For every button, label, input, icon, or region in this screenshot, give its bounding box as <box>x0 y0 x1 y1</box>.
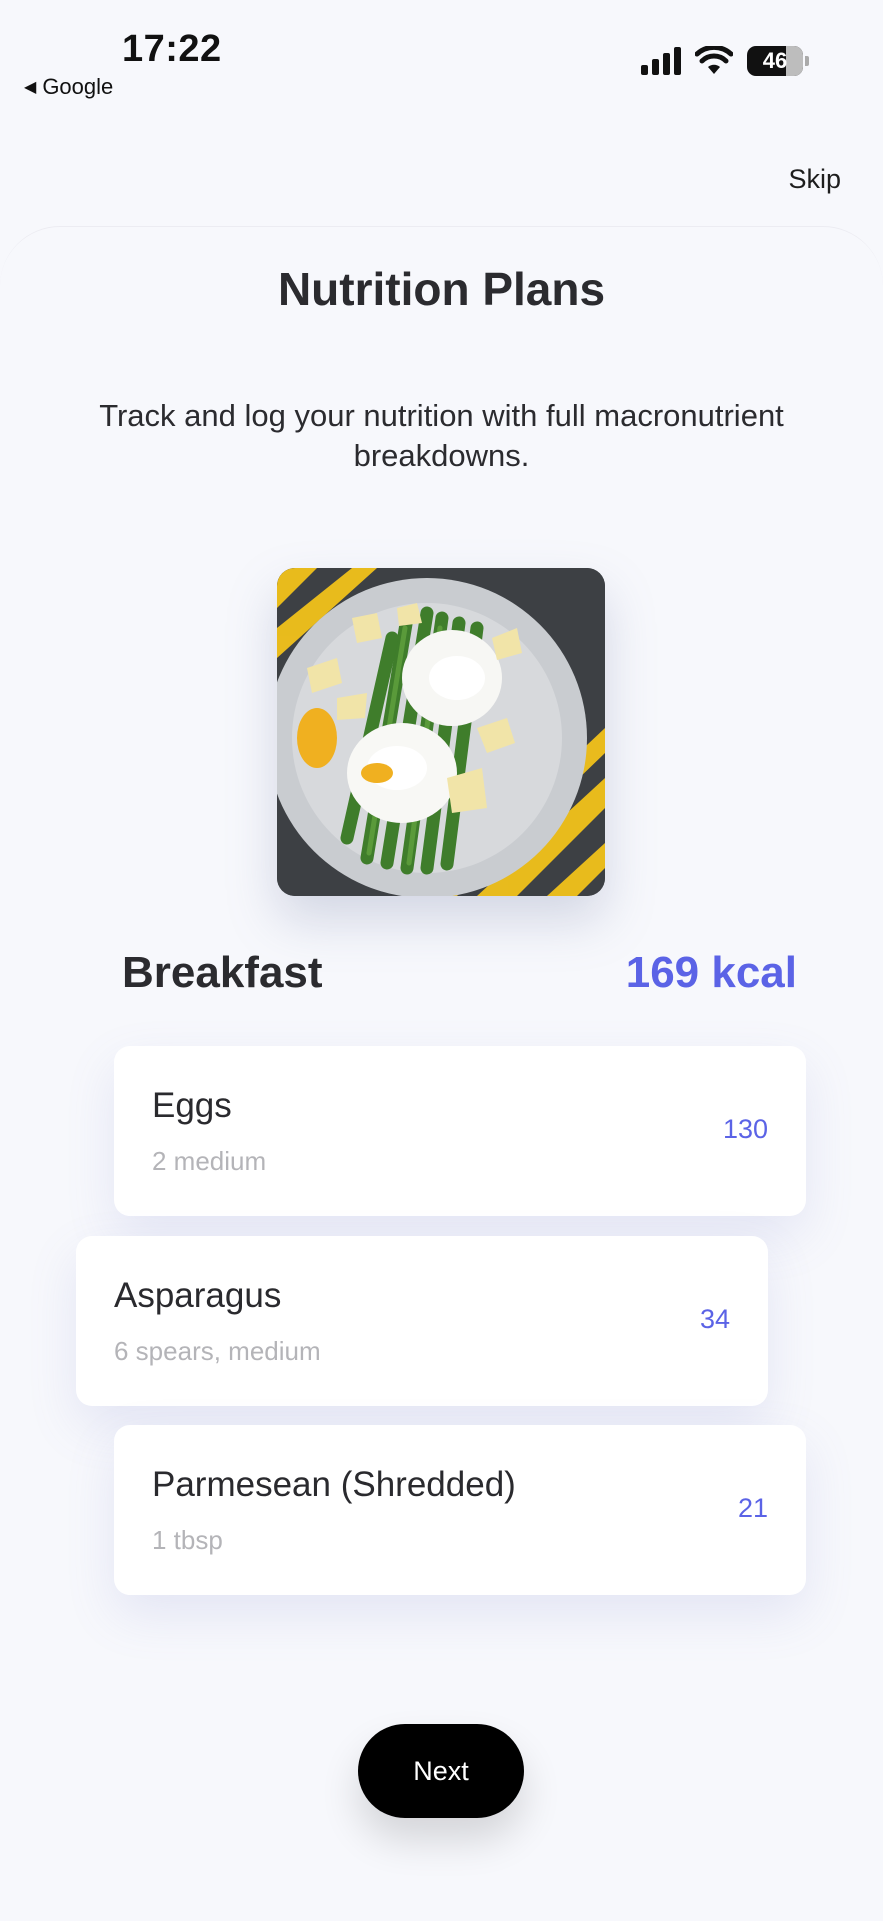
food-calories: 34 <box>699 1304 730 1334</box>
wifi-icon <box>695 46 733 74</box>
back-triangle-icon: ◀ <box>24 79 37 96</box>
battery-icon: 46 <box>747 46 809 76</box>
food-name: Eggs <box>152 1086 232 1125</box>
list-item-eggs[interactable]: Eggs 2 medium 130 <box>114 1046 806 1216</box>
food-calories: 21 <box>737 1493 768 1523</box>
meal-calories: 169 kcal <box>625 948 797 997</box>
next-button[interactable]: Next <box>358 1724 524 1818</box>
food-quantity: 6 spears, medium <box>114 1336 321 1366</box>
list-item-parmesan[interactable]: Parmesean (Shredded) 1 tbsp 21 <box>114 1425 806 1595</box>
page-subtitle: Track and log your nutrition with full m… <box>99 398 784 473</box>
page-title: Nutrition Plans <box>277 263 606 315</box>
food-quantity: 1 tbsp <box>152 1525 223 1555</box>
cellular-signal-icon <box>641 47 681 75</box>
list-item-asparagus[interactable]: Asparagus 6 spears, medium 34 <box>76 1236 768 1406</box>
status-icons: 46 <box>641 46 809 76</box>
meal-name: Breakfast <box>122 948 323 997</box>
back-to-app-link[interactable]: ◀ Google <box>24 74 113 100</box>
status-bar: 17:22 ◀ Google 46 <box>0 0 883 110</box>
breakfast-food-image <box>277 568 605 896</box>
food-name: Asparagus <box>114 1276 282 1315</box>
food-name: Parmesean (Shredded) <box>152 1465 516 1504</box>
food-quantity: 2 medium <box>152 1146 267 1176</box>
back-app-label: Google <box>42 74 114 99</box>
status-time: 17:22 <box>122 28 222 70</box>
battery-level: 46 <box>762 48 788 73</box>
skip-button[interactable]: Skip <box>788 164 841 195</box>
food-calories: 130 <box>722 1114 768 1144</box>
